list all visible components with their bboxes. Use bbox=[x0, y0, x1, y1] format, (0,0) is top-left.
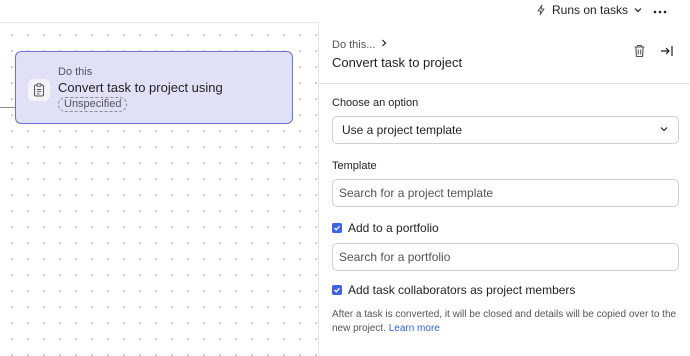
chevron-down-icon bbox=[633, 5, 643, 15]
portfolio-search-input[interactable]: Search for a portfolio bbox=[332, 243, 679, 271]
action-card[interactable]: Do this Convert task to project using Un… bbox=[15, 51, 293, 124]
action-settings-panel: Do this... Convert task to project Choos… bbox=[318, 22, 690, 356]
help-text: After a task is converted, it will be cl… bbox=[332, 308, 682, 336]
delete-action-button[interactable] bbox=[630, 44, 648, 62]
learn-more-link[interactable]: Learn more bbox=[389, 323, 440, 334]
add-collaborators-checkbox[interactable] bbox=[332, 285, 342, 295]
add-to-portfolio-row[interactable]: Add to a portfolio bbox=[332, 221, 439, 235]
add-collaborators-label: Add task collaborators as project member… bbox=[348, 283, 576, 297]
add-collaborators-row[interactable]: Add task collaborators as project member… bbox=[332, 283, 575, 297]
connector-line bbox=[0, 107, 16, 108]
template-search-placeholder: Search for a project template bbox=[339, 186, 494, 200]
template-label: Template bbox=[332, 160, 377, 172]
lightning-icon bbox=[535, 4, 547, 16]
choose-option-value: Use a project template bbox=[342, 123, 463, 137]
close-panel-button[interactable] bbox=[658, 44, 676, 62]
runs-on-label: Runs on tasks bbox=[552, 3, 629, 17]
breadcrumb[interactable]: Do this... bbox=[332, 38, 388, 51]
rule-canvas[interactable]: Do this Convert task to project using Un… bbox=[0, 22, 318, 356]
chevron-right-icon bbox=[380, 38, 388, 51]
more-options-button[interactable] bbox=[650, 2, 670, 18]
breadcrumb-label: Do this... bbox=[332, 38, 376, 51]
unspecified-badge: Unspecified bbox=[58, 97, 128, 112]
panel-title: Convert task to project bbox=[332, 55, 463, 70]
choose-option-label: Choose an option bbox=[332, 97, 419, 109]
card-title: Convert task to project using bbox=[58, 80, 223, 95]
add-to-portfolio-label: Add to a portfolio bbox=[348, 221, 439, 235]
clipboard-icon bbox=[28, 79, 50, 101]
add-to-portfolio-checkbox[interactable] bbox=[332, 223, 342, 233]
template-search-input[interactable]: Search for a project template bbox=[332, 179, 679, 207]
chevron-down-icon bbox=[659, 123, 669, 137]
trash-icon bbox=[633, 44, 646, 63]
more-horizontal-icon bbox=[653, 1, 667, 19]
runs-on-dropdown[interactable]: Runs on tasks bbox=[535, 1, 643, 19]
help-text-body: After a task is converted, it will be cl… bbox=[332, 309, 677, 334]
panel-header: Do this... Convert task to project bbox=[319, 22, 690, 84]
choose-option-select[interactable]: Use a project template bbox=[332, 116, 679, 144]
portfolio-search-placeholder: Search for a portfolio bbox=[339, 250, 451, 264]
card-kicker: Do this bbox=[58, 66, 93, 78]
collapse-panel-icon bbox=[660, 44, 674, 62]
top-bar: Runs on tasks bbox=[0, 0, 690, 22]
